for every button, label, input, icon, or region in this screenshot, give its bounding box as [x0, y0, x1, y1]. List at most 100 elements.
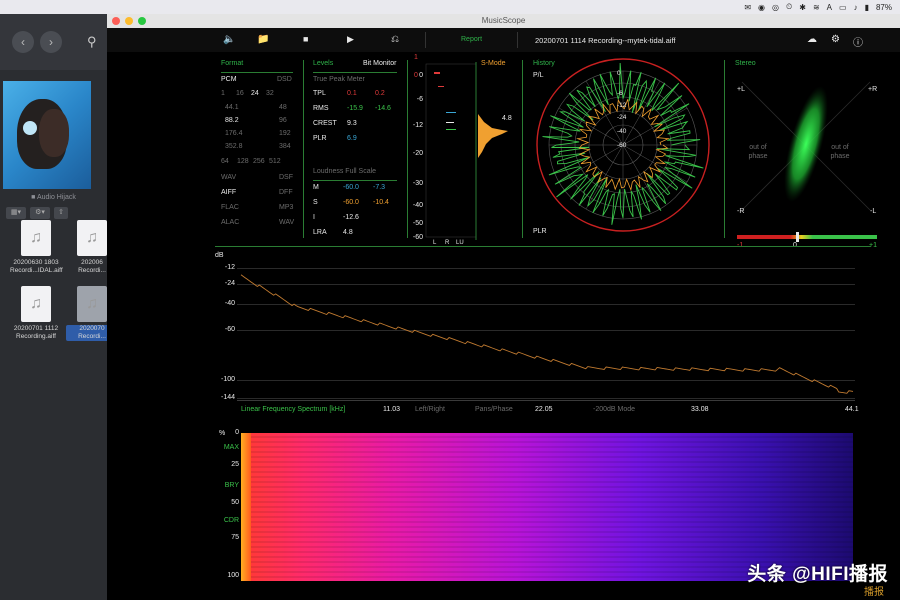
share-button[interactable]: ⇧	[54, 207, 68, 219]
file-name-line2: Recording.aiff	[16, 333, 56, 340]
true-peak-meter-label: True Peak Meter	[313, 76, 365, 83]
info-icon[interactable]: ⓘ	[853, 34, 863, 49]
speaker-icon[interactable]: 🔈	[223, 34, 235, 45]
toolbar-separator	[517, 32, 518, 48]
back-button[interactable]: ‹	[12, 31, 34, 53]
cloud-icon[interactable]: ☁	[807, 34, 817, 45]
music-file-icon: ♫	[77, 220, 107, 256]
report-button[interactable]: Report	[461, 36, 482, 43]
meter-frame	[425, 63, 477, 238]
loudness-row-b: -7.3	[373, 184, 386, 191]
meter-tick: -30	[412, 180, 423, 187]
file-type: ALAC	[221, 219, 240, 226]
keyboard-icon[interactable]: A	[827, 3, 832, 12]
meter-zero-mark: 0	[414, 72, 418, 79]
dsd-rate: 512	[269, 158, 281, 165]
spectrum-ytick: -144	[220, 394, 235, 401]
correlation-bar	[737, 235, 877, 239]
left-right-mode[interactable]: Left/Right	[415, 406, 445, 413]
wechat-icon[interactable]: ◉	[758, 3, 765, 12]
levels-title: Levels	[313, 60, 334, 67]
sample-rate: 48	[279, 104, 287, 111]
battery-icon[interactable]: ▮	[865, 3, 869, 12]
level-row-left: 9.3	[347, 120, 357, 127]
meter-tick: -50	[412, 220, 423, 227]
album-artwork[interactable]	[3, 81, 91, 189]
wifi-icon[interactable]: ≋	[813, 3, 820, 12]
sample-rate: 44.1	[225, 104, 239, 111]
spectrum-ytick: -100	[220, 376, 235, 383]
analyze-icon[interactable]: ⎌	[391, 34, 399, 45]
spectrum-ytick: -40	[224, 300, 235, 307]
history-ring-label: -60	[617, 142, 627, 149]
browser-icon[interactable]: ◎	[772, 3, 779, 12]
level-row-left: -15.9	[347, 105, 363, 112]
traffic-lights	[112, 17, 146, 25]
folder-name: ■ Audio Hijack	[0, 194, 107, 201]
format-title: Format	[221, 60, 244, 67]
bluetooth-icon[interactable]: ✱	[799, 3, 806, 12]
volume-icon[interactable]: ♪	[854, 3, 858, 12]
message-icon[interactable]: ✉	[744, 3, 751, 12]
minus-200db-mode[interactable]: -200dB Mode	[593, 406, 635, 413]
history-icon[interactable]: ⏲	[786, 2, 792, 12]
spectrum-baseline	[237, 400, 855, 401]
forward-button[interactable]: ›	[40, 31, 62, 53]
panel-divider	[522, 60, 523, 238]
airplay-icon[interactable]: ▭	[839, 3, 847, 12]
action-gear-button[interactable]: ⚙▾	[30, 207, 50, 219]
bit-depth: 24	[251, 90, 259, 97]
history-spoke	[622, 144, 661, 210]
stop-icon[interactable]: ■	[303, 34, 308, 44]
section-divider	[215, 246, 871, 247]
spectrum-ytick: -24	[224, 280, 235, 287]
spectrum-ytick: -60	[224, 326, 235, 333]
loudness-row-label: S	[313, 199, 318, 206]
spectrogram-label: 0	[235, 429, 239, 436]
spectrum-x-title[interactable]: Linear Frequency Spectrum [kHz]	[241, 406, 345, 413]
true-peak-marker	[438, 86, 444, 87]
play-icon[interactable]: ▶	[347, 34, 354, 45]
sample-rate: 88.2	[225, 117, 239, 124]
file-item[interactable]: ♫ 20200630 1803 Recordi...IDAL.aiff	[10, 220, 63, 275]
meter-graph	[425, 62, 508, 240]
pans-phase-mode[interactable]: Pans/Phase	[475, 406, 513, 413]
folder-label: Audio Hijack	[36, 194, 76, 201]
file-type: WAV	[221, 174, 237, 181]
folder-open-icon[interactable]: 📁	[257, 34, 269, 45]
file-name: 20200630 1803 Recordi...IDAL.aiff	[10, 259, 63, 275]
level-row-left: 6.9	[347, 135, 357, 142]
zoom-button[interactable]	[138, 17, 146, 25]
spectrum-plot	[240, 274, 854, 394]
close-button[interactable]	[112, 17, 120, 25]
status-tray: ✉ ◉ ◎ ⏲ ✱ ≋ A ▭ ♪ ▮ 87%	[744, 0, 892, 14]
panel-divider	[724, 60, 725, 238]
panel-divider	[407, 60, 408, 238]
meter-tick: -12	[412, 122, 423, 129]
view-grid-button[interactable]: ▦▾	[6, 207, 26, 219]
level-row-label: PLR	[313, 135, 327, 142]
history-ring-label: 0	[617, 70, 621, 77]
file-name-line2: Recordi...IDAL.aiff	[10, 267, 63, 274]
loudness-row-a: -60.0	[343, 184, 359, 191]
history-ring-label: -6	[617, 90, 623, 97]
minimize-button[interactable]	[125, 17, 133, 25]
level-row-left: 0.1	[347, 90, 357, 97]
spectrogram-label: BRY	[224, 482, 239, 489]
level-marker	[446, 122, 454, 123]
spectrum-db-label: dB	[215, 252, 224, 259]
rms-marker	[446, 112, 456, 113]
bit-depth: 16	[236, 90, 244, 97]
gear-icon[interactable]: ⚙	[831, 34, 840, 45]
file-type: FLAC	[221, 204, 239, 211]
finder-view-controls: ▦▾ ⚙▾ ⇧	[6, 207, 104, 219]
loudness-title: Loudness Full Scale	[313, 168, 377, 175]
search-icon[interactable]: ⚲	[87, 34, 97, 50]
spectrum-xtick: 22.05	[535, 406, 553, 413]
peak-marker-l	[434, 72, 440, 74]
file-item[interactable]: ♫ 20200701 1112 Recording.aiff	[10, 286, 62, 341]
bit-monitor-label[interactable]: Bit Monitor	[363, 60, 396, 67]
watermark: 头条 @HIFI播报	[747, 564, 888, 585]
sample-rate: 352.8	[225, 143, 243, 150]
artwork-earphone	[23, 121, 37, 135]
